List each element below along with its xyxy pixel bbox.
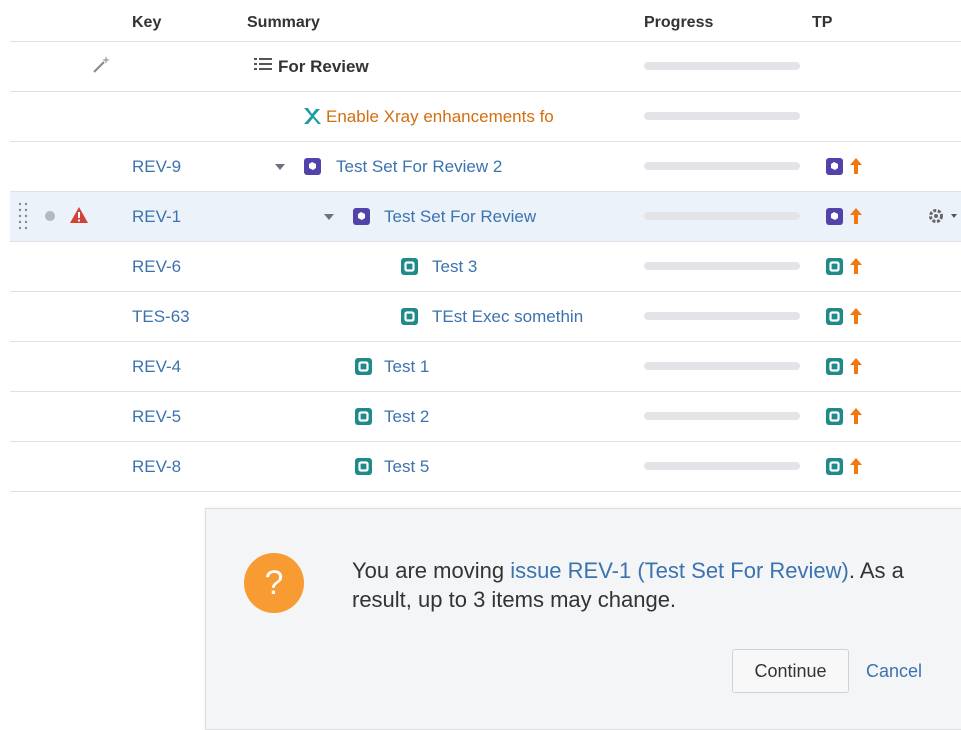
test-set-icon xyxy=(826,208,843,225)
move-confirmation-dialog: ? You are moving issue REV-1 (Test Set F… xyxy=(205,508,961,730)
continue-button[interactable]: Continue xyxy=(732,649,849,693)
test-icon xyxy=(826,258,843,275)
progress-bar xyxy=(644,412,800,420)
progress-bar xyxy=(644,212,800,220)
dialog-message-prefix: You are moving xyxy=(352,558,511,583)
issue-key-link[interactable]: REV-8 xyxy=(132,457,181,477)
arrow-up-icon xyxy=(849,156,863,181)
test-set-icon xyxy=(353,208,370,225)
chevron-down-icon[interactable] xyxy=(275,164,285,170)
list-icon xyxy=(254,57,274,78)
question-icon: ? xyxy=(244,553,304,613)
table-row[interactable]: REV-9 Test Set For Review 2 xyxy=(10,142,961,192)
column-header-progress[interactable]: Progress xyxy=(644,14,713,32)
progress-bar xyxy=(644,362,800,370)
arrow-up-icon xyxy=(849,356,863,381)
warning-icon xyxy=(69,206,89,229)
test-icon xyxy=(826,408,843,425)
issue-key-link[interactable]: REV-9 xyxy=(132,157,181,177)
issue-key-link[interactable]: REV-1 xyxy=(132,207,181,227)
progress-bar xyxy=(644,62,800,70)
issue-key-link[interactable]: REV-4 xyxy=(132,357,181,377)
table-row[interactable]: REV-8 Test 5 xyxy=(10,442,961,492)
issue-summary-link[interactable]: Enable Xray enhancements fo xyxy=(326,107,622,127)
arrow-up-icon xyxy=(849,206,863,231)
issue-summary-link[interactable]: Test Set For Review 2 xyxy=(336,157,502,177)
column-header-summary[interactable]: Summary xyxy=(247,14,320,32)
test-icon xyxy=(355,408,372,425)
issue-key-link[interactable]: REV-6 xyxy=(132,257,181,277)
issue-key-link[interactable]: TES-63 xyxy=(132,307,190,327)
table-row[interactable]: REV-4 Test 1 xyxy=(10,342,961,392)
test-icon xyxy=(826,358,843,375)
progress-bar xyxy=(644,112,800,120)
magic-wand-icon[interactable] xyxy=(90,52,114,81)
issue-summary-link[interactable]: Test 5 xyxy=(384,457,429,477)
table-row[interactable]: TES-63 TEst Exec somethin xyxy=(10,292,961,342)
arrow-up-icon xyxy=(849,306,863,331)
test-icon xyxy=(401,308,418,325)
chevron-down-icon[interactable] xyxy=(324,214,334,220)
moved-issue-link[interactable]: issue REV-1 (Test Set For Review) xyxy=(510,558,849,583)
table-row[interactable]: REV-6 Test 3 xyxy=(10,242,961,292)
test-set-icon xyxy=(826,158,843,175)
test-icon xyxy=(355,358,372,375)
table-header: Key Summary Progress TP xyxy=(10,0,961,42)
column-header-tp[interactable]: TP xyxy=(812,14,832,32)
status-dot-icon xyxy=(45,211,55,221)
test-set-icon xyxy=(304,158,321,175)
progress-bar xyxy=(644,312,800,320)
gear-icon[interactable] xyxy=(927,206,961,231)
issue-summary-link[interactable]: Test 1 xyxy=(384,357,429,377)
arrow-up-icon xyxy=(849,456,863,481)
table-row[interactable]: REV-5 Test 2 xyxy=(10,392,961,442)
xray-logo-icon xyxy=(302,106,322,131)
table-row[interactable]: REV-1 Test Set For Review xyxy=(10,192,961,242)
dialog-message: You are moving issue REV-1 (Test Set For… xyxy=(352,556,952,614)
arrow-up-icon xyxy=(849,406,863,431)
progress-bar xyxy=(644,262,800,270)
text-fade xyxy=(582,100,622,132)
table-row[interactable]: Enable Xray enhancements fo xyxy=(10,92,961,142)
issue-summary-link[interactable]: Test 2 xyxy=(384,407,429,427)
issue-summary-link[interactable]: Test Set For Review xyxy=(384,207,536,227)
arrow-up-icon xyxy=(849,256,863,281)
group-heading-label: For Review xyxy=(278,57,369,76)
cancel-button[interactable]: Cancel xyxy=(866,661,922,682)
column-header-key[interactable]: Key xyxy=(132,14,161,32)
drag-handle-icon[interactable] xyxy=(18,202,30,235)
test-icon xyxy=(826,458,843,475)
progress-bar xyxy=(644,162,800,170)
table-row[interactable]: For Review xyxy=(10,42,961,92)
text-fade xyxy=(594,300,634,332)
issue-key-link[interactable]: REV-5 xyxy=(132,407,181,427)
test-icon xyxy=(826,308,843,325)
test-icon xyxy=(401,258,418,275)
test-icon xyxy=(355,458,372,475)
progress-bar xyxy=(644,462,800,470)
issue-summary-link[interactable]: Test 3 xyxy=(432,257,477,277)
